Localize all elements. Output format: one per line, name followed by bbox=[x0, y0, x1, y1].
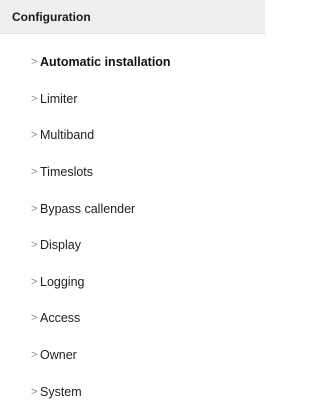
chevron-right-icon: > bbox=[31, 129, 38, 142]
chevron-right-icon: > bbox=[31, 239, 38, 252]
menu-item-logging[interactable]: > Logging bbox=[0, 264, 265, 301]
panel-title: Configuration bbox=[12, 9, 91, 24]
configuration-panel: Configuration > Automatic installation >… bbox=[0, 0, 265, 403]
menu-item-display[interactable]: > Display bbox=[0, 227, 265, 264]
menu-item-label: Multiband bbox=[40, 128, 95, 143]
chevron-right-icon: > bbox=[31, 92, 38, 105]
menu-item-label: Bypass callender bbox=[40, 201, 136, 216]
chevron-right-icon: > bbox=[31, 202, 38, 215]
chevron-right-icon: > bbox=[31, 275, 38, 288]
panel-header: Configuration bbox=[0, 0, 265, 34]
menu-item-automatic-installation[interactable]: > Automatic installation bbox=[0, 44, 265, 81]
menu-item-label: Owner bbox=[40, 348, 77, 363]
chevron-right-icon: > bbox=[31, 312, 38, 325]
menu-item-label: System bbox=[40, 384, 82, 399]
configuration-menu: > Automatic installation > Limiter > Mul… bbox=[0, 34, 265, 410]
menu-item-label: Limiter bbox=[40, 91, 78, 106]
menu-item-label: Logging bbox=[40, 274, 85, 289]
menu-item-label: Automatic installation bbox=[40, 55, 171, 70]
menu-item-owner[interactable]: > Owner bbox=[0, 337, 265, 374]
menu-item-system[interactable]: > System bbox=[0, 373, 265, 410]
menu-item-multiband[interactable]: > Multiband bbox=[0, 117, 265, 154]
menu-item-label: Access bbox=[40, 311, 81, 326]
menu-item-bypass-callender[interactable]: > Bypass callender bbox=[0, 190, 265, 227]
menu-item-label: Timeslots bbox=[40, 165, 94, 180]
menu-item-limiter[interactable]: > Limiter bbox=[0, 81, 265, 118]
menu-item-timeslots[interactable]: > Timeslots bbox=[0, 154, 265, 191]
chevron-right-icon: > bbox=[31, 166, 38, 179]
chevron-right-icon: > bbox=[31, 56, 38, 69]
chevron-right-icon: > bbox=[31, 349, 38, 362]
menu-item-label: Display bbox=[40, 238, 81, 253]
menu-item-access[interactable]: > Access bbox=[0, 300, 265, 337]
chevron-right-icon: > bbox=[31, 385, 38, 398]
